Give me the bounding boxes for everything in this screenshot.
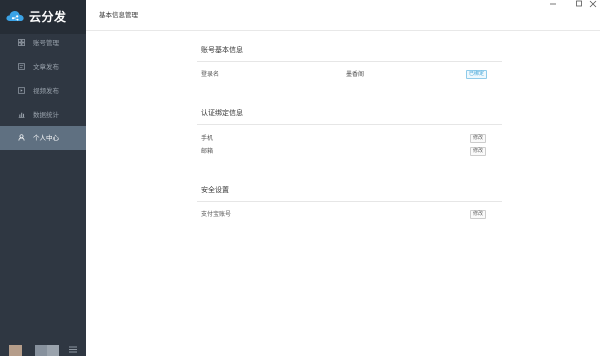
account-thumbnail[interactable]	[35, 345, 59, 356]
divider	[197, 61, 502, 62]
alipay-account-label: 支付宝账号	[201, 211, 232, 218]
divider	[197, 124, 502, 125]
sidebar: 云分发 账号管理 文章发布 视频发布 数据统计 个人中心	[0, 0, 86, 356]
avatar[interactable]	[9, 345, 22, 356]
video-icon	[18, 87, 25, 94]
section-title-account: 账号基本信息	[201, 46, 243, 54]
maximize-icon[interactable]	[573, 0, 585, 10]
sidebar-item-label: 账号管理	[33, 39, 59, 47]
sidebar-item-videos[interactable]: 视频发布	[0, 79, 86, 103]
edit-phone-button[interactable]: 修改	[470, 134, 487, 143]
sidebar-footer	[0, 332, 86, 356]
sidebar-item-label: 文章发布	[33, 63, 59, 71]
brand: 云分发	[0, 0, 86, 34]
sidebar-item-label: 视频发布	[33, 87, 59, 95]
header: 基本信息管理	[86, 0, 600, 31]
divider	[197, 201, 502, 202]
login-name-value: 墨香阁	[346, 71, 365, 78]
article-icon	[18, 63, 25, 70]
cloud-logo-icon	[6, 11, 24, 21]
app-name: 云分发	[29, 10, 67, 24]
stats-icon	[18, 112, 25, 118]
sidebar-item-articles[interactable]: 文章发布	[0, 55, 86, 79]
close-icon[interactable]	[587, 0, 599, 10]
phone-label: 手机	[201, 135, 214, 142]
grid-icon	[18, 39, 25, 46]
page-title: 基本信息管理	[99, 11, 138, 19]
section-title-security: 安全设置	[201, 186, 229, 194]
minimize-icon[interactable]	[547, 0, 559, 10]
sidebar-item-stats[interactable]: 数据统计	[0, 103, 86, 127]
sidebar-item-label: 数据统计	[33, 111, 59, 119]
login-name-label: 登录名	[201, 71, 220, 78]
section-title-binding: 认证绑定信息	[201, 109, 243, 117]
sidebar-item-label: 个人中心	[33, 134, 59, 142]
email-label: 邮箱	[201, 148, 214, 155]
edit-email-button[interactable]: 修改	[470, 147, 487, 156]
menu-icon[interactable]	[69, 346, 77, 353]
bound-status-badge: 已绑定	[466, 70, 488, 79]
sidebar-item-account[interactable]: 账号管理	[0, 31, 86, 55]
edit-alipay-button[interactable]: 修改	[470, 210, 487, 219]
sidebar-item-profile[interactable]: 个人中心	[0, 126, 86, 150]
user-icon	[18, 134, 25, 141]
